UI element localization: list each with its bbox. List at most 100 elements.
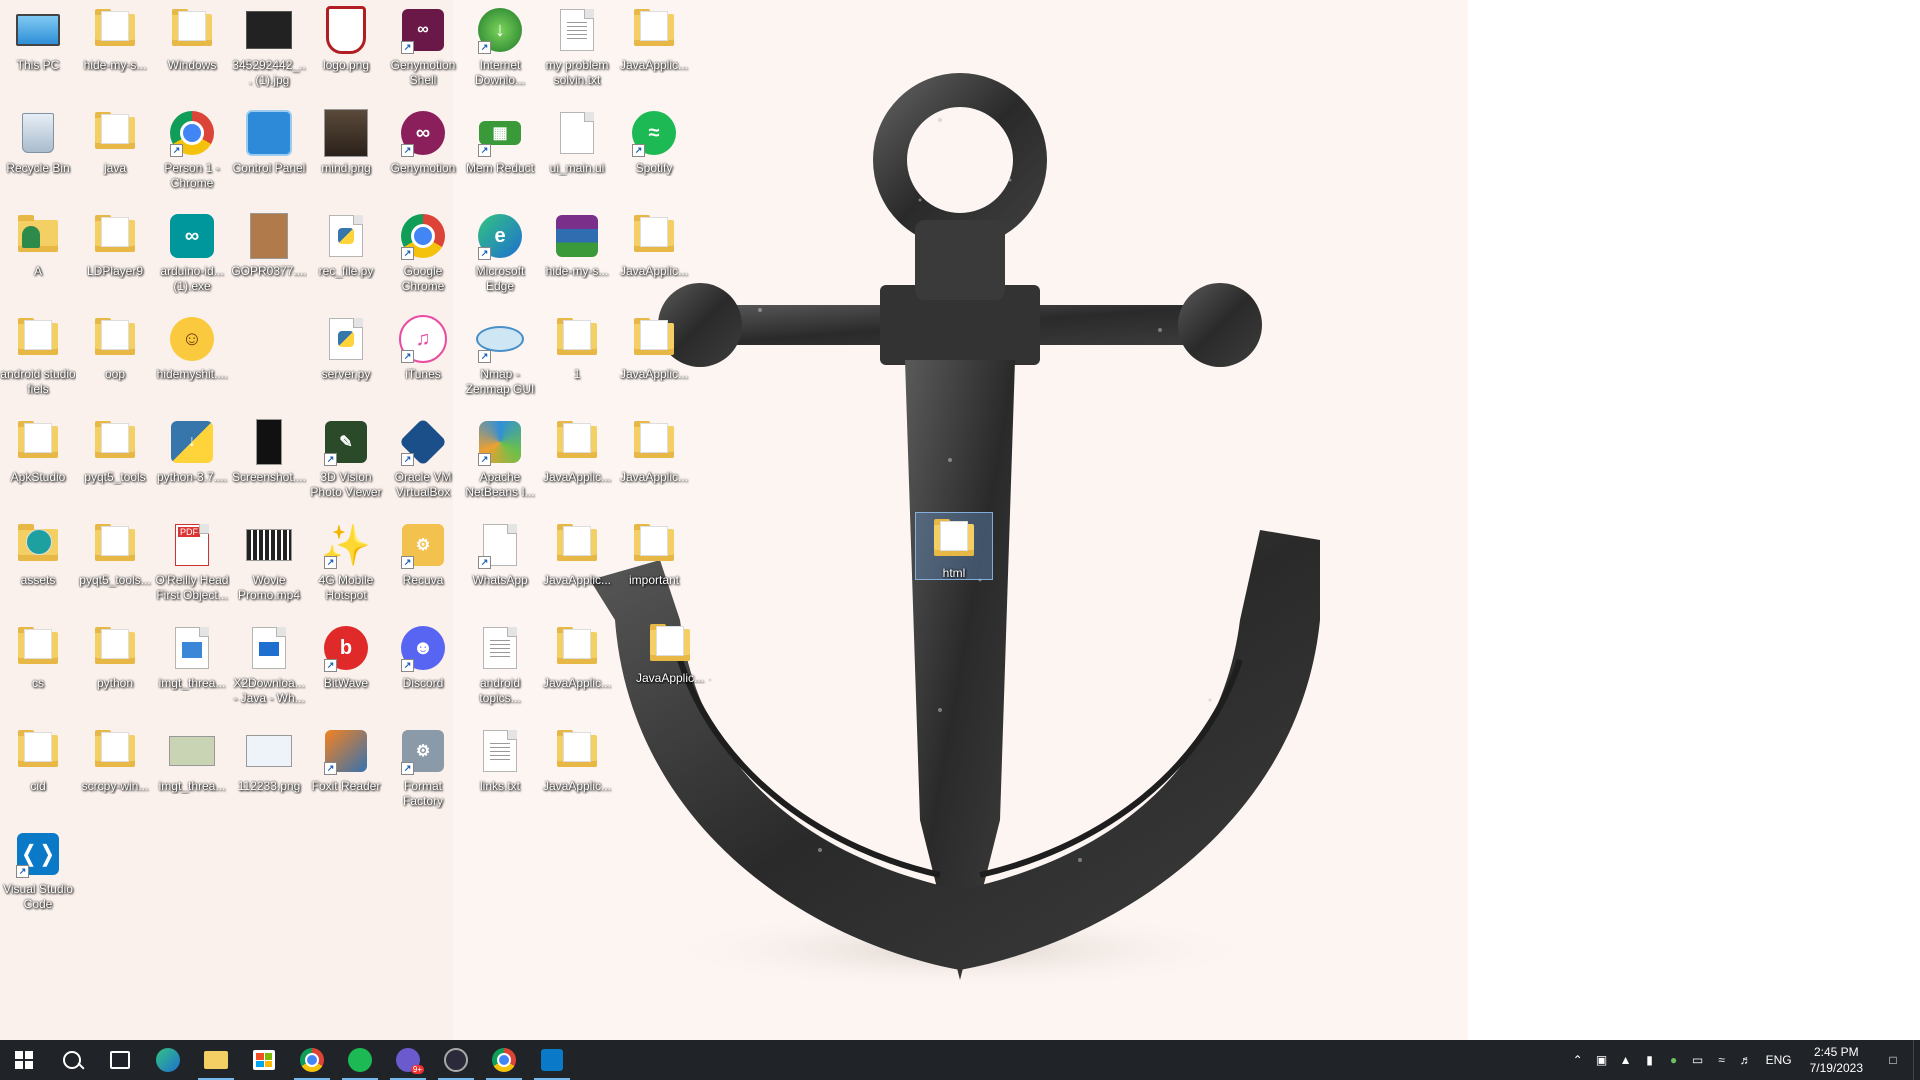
desktop-icon[interactable]: JavaApplic... <box>539 721 615 821</box>
desktop-icon[interactable]: oop <box>77 309 153 409</box>
desktop-icon[interactable]: ⚙ ↗ Format Factory <box>385 721 461 821</box>
taskbar-chrome-button[interactable] <box>288 1040 336 1080</box>
taskbar-edge-button[interactable] <box>144 1040 192 1080</box>
desktop-icon[interactable]: ≈ ↗ Spotify <box>616 103 692 203</box>
desktop-icon[interactable]: Recycle Bin <box>0 103 76 203</box>
desktop-icon[interactable]: JavaApplic... <box>616 0 692 100</box>
desktop-icon[interactable]: android studio fiels <box>0 309 76 409</box>
desktop-icon[interactable]: 112233.png <box>231 721 307 821</box>
notification-icon[interactable]: □ <box>1873 1040 1913 1080</box>
desktop-icon[interactable]: ↗ WhatsApp <box>462 515 538 615</box>
desktop-icon[interactable]: python <box>77 618 153 718</box>
desktop-icon[interactable]: hide-my-s... <box>77 0 153 100</box>
desktop-icon[interactable]: JavaApplic... <box>616 412 692 512</box>
desktop-icon[interactable]: Windows <box>154 0 230 100</box>
desktop-icon[interactable]: JavaApplic... <box>539 618 615 718</box>
taskbar-store-button[interactable] <box>240 1040 288 1080</box>
desktop-icon[interactable]: pyqt5_tools... <box>77 515 153 615</box>
volume-icon[interactable]: ♬ <box>1734 1040 1758 1080</box>
taskbar-chrome-profile-button[interactable]: 9+ <box>384 1040 432 1080</box>
desktop-icon[interactable]: ⚙ ↗ Recuva <box>385 515 461 615</box>
desktop-icon[interactable]: html <box>915 512 993 580</box>
desktop-icon[interactable]: cs <box>0 618 76 718</box>
desktop-icon[interactable]: cid <box>0 721 76 821</box>
chevron-up-icon[interactable]: ⌃ <box>1566 1040 1590 1080</box>
desktop-icon[interactable]: ❬❭ ↗ Visual Studio Code <box>0 824 76 924</box>
desktop-icon[interactable]: This PC <box>0 0 76 100</box>
desktop-icon[interactable]: ↗ Nmap - Zenmap GUI <box>462 309 538 409</box>
desktop-icon-label: A <box>33 264 42 278</box>
desktop-icon[interactable]: LDPlayer9 <box>77 206 153 306</box>
desktop-icon[interactable]: ∞ ↗ Genymotion Shell <box>385 0 461 100</box>
desktop-icon[interactable]: rec_file.py <box>308 206 384 306</box>
desktop-icon[interactable]: GOPR0377.... <box>231 206 307 306</box>
desktop-icon[interactable]: mind.png <box>308 103 384 203</box>
taskbar-obs-button[interactable] <box>432 1040 480 1080</box>
desktop-icon[interactable]: imgt_threa... <box>154 721 230 821</box>
python-file-icon <box>322 315 370 363</box>
desktop-icon[interactable]: Wovie Promo.mp4 <box>231 515 307 615</box>
desktop-icon[interactable]: A <box>0 206 76 306</box>
taskbar-start-button[interactable] <box>0 1040 48 1080</box>
desktop-icon[interactable]: ↓ python-3.7.... <box>154 412 230 512</box>
desktop-icon[interactable]: PDF O'Reilly Head First Object... <box>154 515 230 615</box>
shield-icon[interactable]: ▲ <box>1614 1040 1638 1080</box>
wifi-icon[interactable]: ≈ <box>1710 1040 1734 1080</box>
desktop-icon[interactable]: assets <box>0 515 76 615</box>
desktop-icon[interactable]: ☺ hidemyshit.... <box>154 309 230 409</box>
desktop-icon[interactable]: ☻ ↗ Discord <box>385 618 461 718</box>
desktop-icon[interactable]: ✨ ↗ 4G Mobile Hotspot <box>308 515 384 615</box>
desktop-icon-label: Recycle Bin <box>6 161 70 175</box>
desktop-icon[interactable]: server.py <box>308 309 384 409</box>
desktop-icon[interactable]: 1 <box>539 309 615 409</box>
desktop-icon[interactable]: my problem solvin.txt <box>539 0 615 100</box>
taskbar-chrome-2-button[interactable] <box>480 1040 528 1080</box>
desktop-icon[interactable]: important <box>616 515 692 615</box>
taskbar-task-view-button[interactable] <box>96 1040 144 1080</box>
desktop-icon[interactable]: JavaApplic... <box>539 515 615 615</box>
desktop-icon[interactable]: Control Panel <box>231 103 307 203</box>
input-language[interactable]: ENG <box>1758 1053 1800 1067</box>
desktop-icon[interactable]: scrcpy-win... <box>77 721 153 821</box>
desktop-icon[interactable]: ✎ ↗ 3D Vision Photo Viewer <box>308 412 384 512</box>
desktop-icon[interactable]: b ↗ BitWave <box>308 618 384 718</box>
desktop-icon[interactable]: ↗ Person 1 - Chrome <box>154 103 230 203</box>
meet-now-icon[interactable]: ▣ <box>1590 1040 1614 1080</box>
desktop-icon[interactable]: X2Downloa... - Java - Wh... <box>231 618 307 718</box>
desktop-icon[interactable]: ↗ Foxit Reader <box>308 721 384 821</box>
desktop-icon[interactable]: links.txt <box>462 721 538 821</box>
security-icon[interactable]: ● <box>1662 1040 1686 1080</box>
desktop-icon[interactable]: JavaApplic... <box>632 618 708 684</box>
desktop-icon[interactable]: logo.png <box>308 0 384 100</box>
clock[interactable]: 2:45 PM 7/19/2023 <box>1800 1044 1873 1076</box>
desktop-icon[interactable]: ui_main.ui <box>539 103 615 203</box>
desktop-icon[interactable]: ↗ Apache NetBeans I... <box>462 412 538 512</box>
taskbar-file-explorer-button[interactable] <box>192 1040 240 1080</box>
desktop-icon[interactable]: pyqt5_tools <box>77 412 153 512</box>
desktop-icon[interactable]: imgt_threa... <box>154 618 230 718</box>
desktop-icon[interactable]: e ↗ Microsoft Edge <box>462 206 538 306</box>
desktop-icon[interactable]: ∞ arduino-id... (1).exe <box>154 206 230 306</box>
desktop-icon[interactable]: ∞ ↗ Genymotion <box>385 103 461 203</box>
battery-icon[interactable]: ▭ <box>1686 1040 1710 1080</box>
desktop-icon[interactable]: ↗ Oracle VM VirtualBox <box>385 412 461 512</box>
taskbar-spotify-button[interactable] <box>336 1040 384 1080</box>
desktop-icon[interactable]: Screenshot.... <box>231 412 307 512</box>
folder-icon <box>168 6 216 54</box>
desktop-icon[interactable]: ↗ Google Chrome <box>385 206 461 306</box>
desktop-icon[interactable]: hide-my-s... <box>539 206 615 306</box>
desktop-icon[interactable]: java <box>77 103 153 203</box>
desktop-icon[interactable]: JavaApplic... <box>616 206 692 306</box>
desktop-icon[interactable]: JavaApplic... <box>539 412 615 512</box>
show-desktop-button[interactable] <box>1913 1040 1920 1080</box>
desktop-icon[interactable]: JavaApplic... <box>616 309 692 409</box>
desktop-icon[interactable]: ♫ ↗ iTunes <box>385 309 461 409</box>
desktop-icon[interactable]: ApkStudio <box>0 412 76 512</box>
usb-icon[interactable]: ▮ <box>1638 1040 1662 1080</box>
desktop-icon[interactable]: ↓ ↗ Internet Downlo... <box>462 0 538 100</box>
taskbar-search-button[interactable] <box>48 1040 96 1080</box>
taskbar-vscode-button[interactable] <box>528 1040 576 1080</box>
desktop-icon[interactable]: android topics... <box>462 618 538 718</box>
desktop-icon[interactable]: 345292442_... (1).jpg <box>231 0 307 100</box>
desktop-icon[interactable]: ▦ ↗ Mem Reduct <box>462 103 538 203</box>
